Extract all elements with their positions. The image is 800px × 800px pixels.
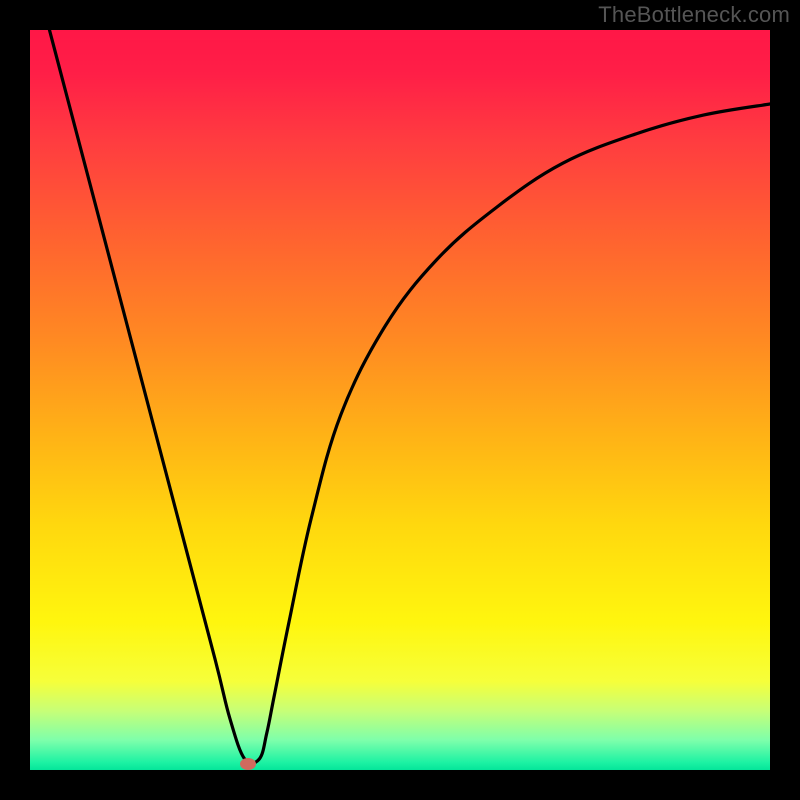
- chart-frame: TheBottleneck.com: [0, 0, 800, 800]
- bottleneck-curve: [30, 30, 770, 770]
- minimum-marker: [240, 758, 256, 770]
- plot-area: [30, 30, 770, 770]
- watermark-text: TheBottleneck.com: [598, 2, 790, 28]
